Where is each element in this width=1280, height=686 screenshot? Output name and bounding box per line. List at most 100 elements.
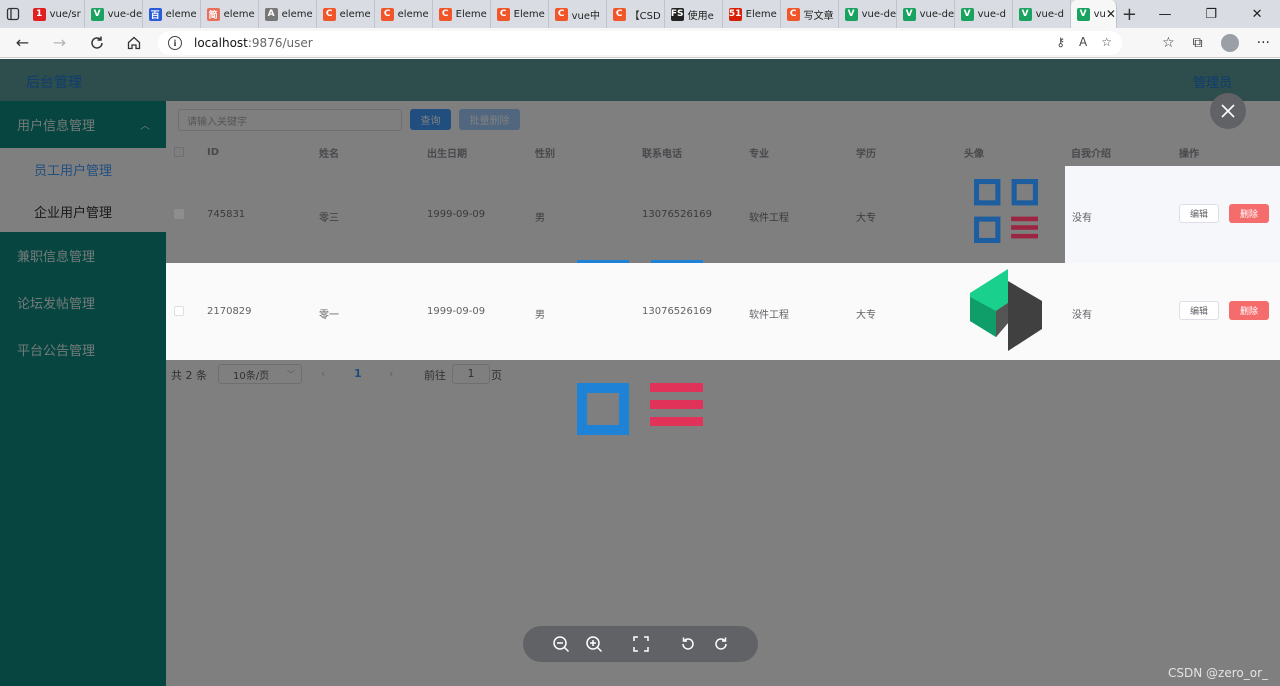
browser-tab[interactable]: Vvue-d [955, 0, 1013, 28]
browser-tab[interactable]: 百 eleme [143, 0, 201, 28]
cell-birth: 1999-09-09 [427, 209, 486, 220]
delete-button[interactable]: 删除 [1229, 301, 1269, 320]
key-icon[interactable]: ⚷ [1056, 35, 1065, 49]
rotate-left-icon[interactable] [671, 626, 704, 662]
tab-title: 【CSD [629, 10, 661, 22]
browser-tools: ☆ ⧉ ··· [1162, 28, 1270, 58]
tab-title: vue/sr [49, 8, 81, 20]
tab-actions-icon[interactable] [0, 0, 27, 28]
viewer-close-button[interactable] [1210, 93, 1246, 129]
collections-icon[interactable]: ⧉ [1193, 35, 1203, 51]
tab-title: vu [1093, 8, 1106, 20]
read-aloud-icon[interactable]: A [1079, 35, 1087, 49]
home-icon[interactable] [115, 28, 152, 58]
cell-phone: 13076526169 [642, 306, 712, 317]
tab-title: eleme [165, 8, 197, 20]
forward-icon[interactable]: → [41, 28, 78, 58]
url-path: :9876/user [247, 36, 313, 50]
tab-title: 写文章 [803, 10, 834, 22]
favorites-icon[interactable]: ☆ [1162, 35, 1175, 51]
browser-tab[interactable]: 51 Eleme [723, 0, 781, 28]
browser-tab[interactable]: Celeme [375, 0, 433, 28]
more-icon[interactable]: ··· [1257, 35, 1270, 51]
edit-button[interactable]: 编辑 [1179, 301, 1219, 320]
browser-tab[interactable]: Vvue-de [85, 0, 143, 28]
profile-avatar[interactable] [1220, 34, 1239, 52]
rotate-right-icon[interactable] [704, 626, 737, 662]
tab-title: Eleme [745, 8, 777, 20]
zoom-out-icon[interactable] [544, 626, 577, 662]
browser-tab[interactable]: FS 使用e [665, 0, 723, 28]
avatar-image[interactable] [974, 179, 1038, 243]
zoom-in-icon[interactable] [577, 626, 610, 662]
restore-icon[interactable]: ❐ [1188, 0, 1234, 28]
tab-favicon-icon: V [1018, 7, 1032, 21]
browser-tab[interactable]: C 写文章 [781, 0, 839, 28]
browser-tab[interactable]: Celeme [317, 0, 375, 28]
full-screen-icon[interactable] [624, 626, 657, 662]
tab-favicon-icon: 1 [32, 7, 46, 21]
tab-title: Eleme [455, 8, 487, 20]
refresh-icon[interactable] [78, 28, 115, 58]
browser-tab[interactable]: Vvue-d [1013, 0, 1071, 28]
browser-tab[interactable]: 1 vue/sr [27, 0, 85, 28]
cell-name: 零一 [319, 310, 339, 321]
window-close-icon[interactable]: ✕ [1234, 0, 1280, 28]
watermark: CSDN @zero_or_ [1168, 666, 1268, 680]
browser-tab[interactable]: C 【CSD [607, 0, 665, 28]
tab-favicon-icon: V [960, 7, 974, 21]
tab-favicon-icon: V [1076, 7, 1090, 21]
tab-favicon-icon: C [496, 7, 510, 21]
tab-favicon-icon: C [612, 7, 626, 21]
browser-tab[interactable]: C Eleme [491, 0, 549, 28]
cell-birth: 1999-09-09 [427, 306, 486, 317]
tab-close-icon[interactable]: ✕ [1106, 7, 1116, 21]
cell-intro: 没有 [1072, 310, 1092, 321]
tab-title: eleme [223, 8, 255, 20]
tab-title: vue-de [107, 8, 143, 20]
tab-favicon-icon: C [554, 7, 568, 21]
tab-favicon-icon: 51 [728, 7, 742, 21]
avatar-image[interactable] [968, 267, 1044, 353]
cell-edu: 大专 [856, 213, 876, 224]
url-bar[interactable]: i localhost:9876/user ⚷ A ☆ [158, 31, 1122, 55]
tab-title: Eleme [513, 8, 545, 20]
edit-button[interactable]: 编辑 [1179, 204, 1219, 223]
browser-tab[interactable]: C Eleme [433, 0, 491, 28]
browser-tab[interactable]: Vvue-de [897, 0, 955, 28]
tab-favicon-icon: V [902, 7, 916, 21]
table-row[interactable]: 745831 零三 1999-09-09 男 13076526169 软件工程 … [166, 166, 1280, 263]
tab-favicon-icon: C [438, 7, 452, 21]
row-checkbox[interactable] [174, 306, 184, 316]
browser-tab[interactable]: Cvue中 [549, 0, 607, 28]
new-tab-icon[interactable]: + [1117, 0, 1142, 28]
minimize-icon[interactable]: — [1142, 0, 1188, 28]
url-host: localhost [194, 36, 248, 50]
cell-edu: 大专 [856, 310, 876, 321]
cell-name: 零三 [319, 213, 339, 224]
row-checkbox[interactable] [174, 209, 184, 219]
cell-major: 软件工程 [749, 310, 789, 321]
cell-gender: 男 [535, 213, 545, 224]
back-icon[interactable]: ← [4, 28, 41, 58]
cell-major: 软件工程 [749, 213, 789, 224]
browser-tab[interactable]: 简 eleme [201, 0, 259, 28]
browser-tab[interactable]: Vvue-de [839, 0, 897, 28]
table-row[interactable]: 2170829 零一 1999-09-09 男 13076526169 软件工程… [166, 263, 1280, 360]
site-info-icon[interactable]: i [168, 36, 182, 50]
delete-button[interactable]: 删除 [1229, 204, 1269, 223]
tab-favicon-icon: V [844, 7, 858, 21]
tab-favicon-icon: C [380, 7, 394, 21]
active-tab[interactable]: V vu ✕ [1070, 0, 1117, 28]
close-icon [1221, 104, 1235, 118]
tab-favicon-icon: 百 [148, 7, 162, 21]
tab-title: vue中 [571, 10, 601, 22]
window-controls: — ❐ ✕ [1142, 0, 1280, 28]
browser-tab-bar: 1 vue/sr Vvue-de 百 eleme 简 eleme Aeleme Celeme Ce… [0, 0, 1280, 28]
url-icons: ⚷ A ☆ [1056, 35, 1112, 49]
add-favorite-icon[interactable]: ☆ [1101, 35, 1112, 49]
tab-favicon-icon: C [322, 7, 336, 21]
tab-title: vue-d [1035, 8, 1065, 20]
browser-tab[interactable]: Aeleme [259, 0, 317, 28]
tab-title: vue-de [861, 8, 897, 20]
